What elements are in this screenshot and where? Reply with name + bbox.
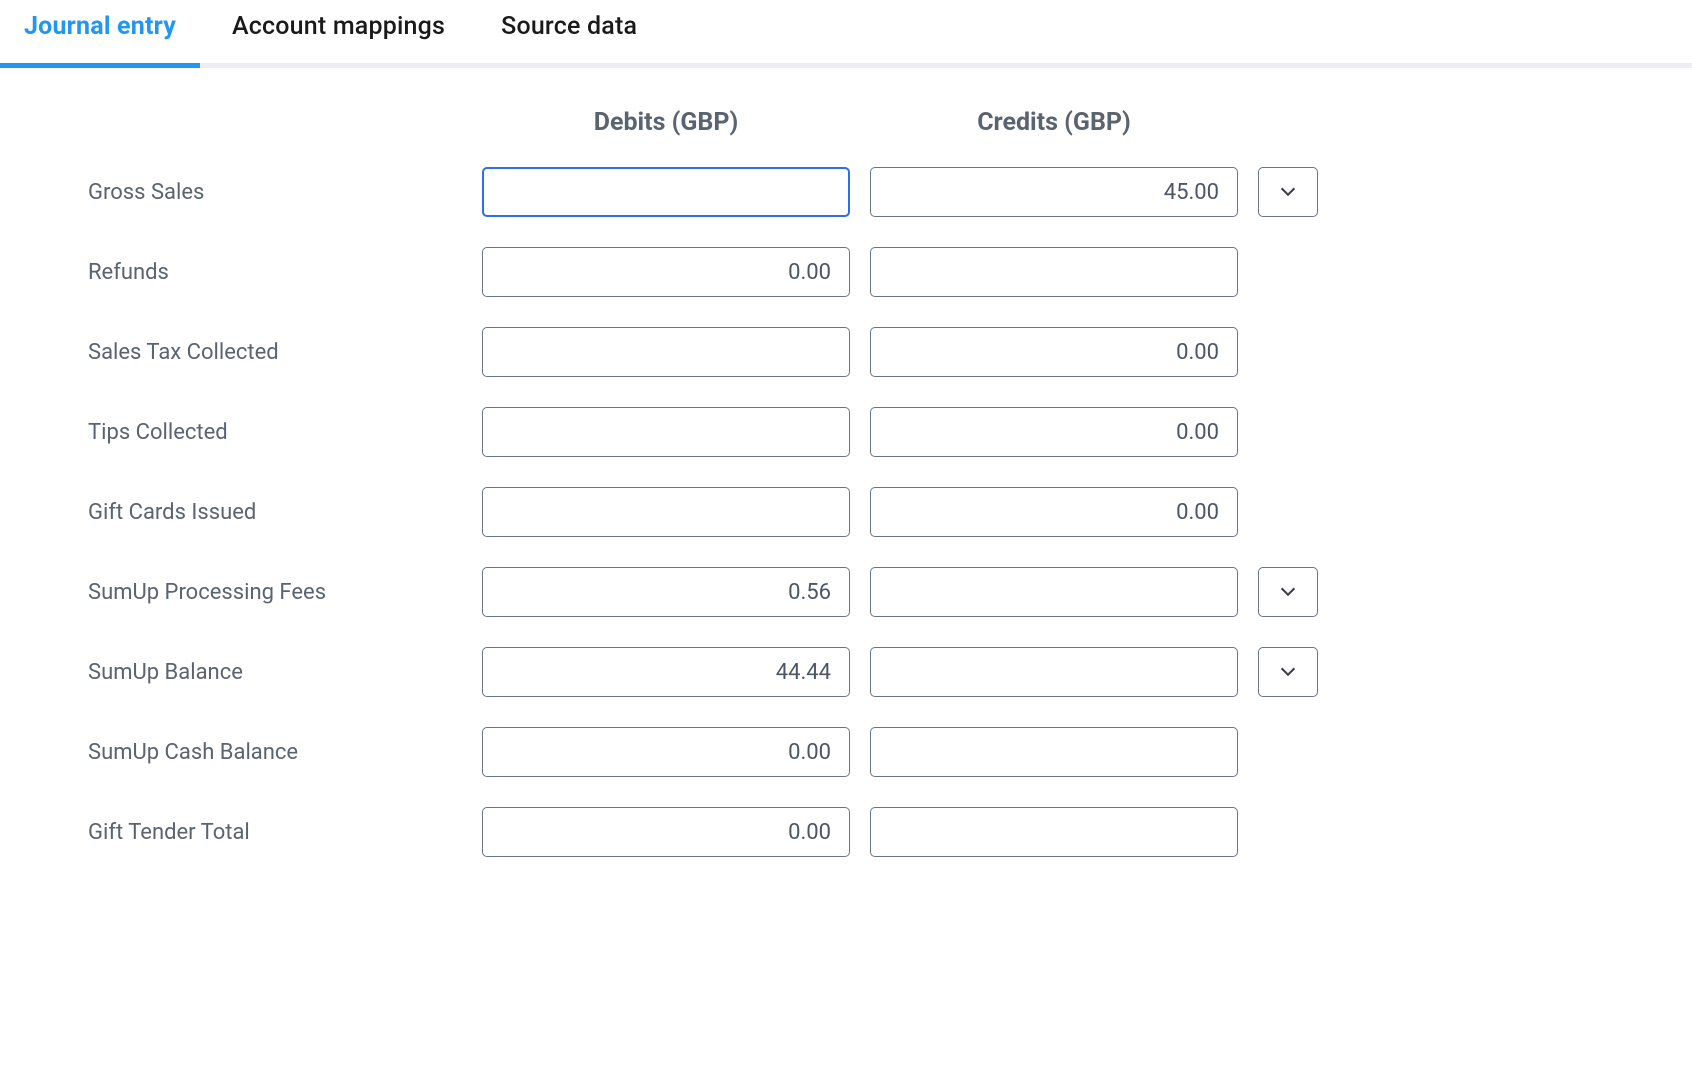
debit-input-sumup-processing-fees[interactable] bbox=[482, 567, 850, 617]
debit-input-gift-tender-total[interactable] bbox=[482, 807, 850, 857]
row-label-sumup-balance: SumUp Balance bbox=[88, 660, 462, 685]
expand-button-sumup-processing-fees[interactable] bbox=[1258, 567, 1318, 617]
credit-input-sumup-balance[interactable] bbox=[870, 647, 1238, 697]
row-label-gross-sales: Gross Sales bbox=[88, 180, 462, 205]
row-label-sumup-cash-balance: SumUp Cash Balance bbox=[88, 740, 462, 765]
journal-entry-panel: Debits (GBP) Credits (GBP) Gross Sales R… bbox=[0, 68, 1692, 897]
expand-placeholder-refunds bbox=[1258, 247, 1318, 297]
debit-input-tips-collected[interactable] bbox=[482, 407, 850, 457]
row-label-tips-collected: Tips Collected bbox=[88, 420, 462, 445]
expand-button-gross-sales[interactable] bbox=[1258, 167, 1318, 217]
row-label-sales-tax-collected: Sales Tax Collected bbox=[88, 340, 462, 365]
journal-grid: Debits (GBP) Credits (GBP) Gross Sales R… bbox=[88, 108, 1652, 857]
credit-input-gross-sales[interactable] bbox=[870, 167, 1238, 217]
debit-input-gift-cards-issued[interactable] bbox=[482, 487, 850, 537]
expand-placeholder-tips-collected bbox=[1258, 407, 1318, 457]
row-label-gift-cards-issued: Gift Cards Issued bbox=[88, 500, 462, 525]
credit-input-sumup-processing-fees[interactable] bbox=[870, 567, 1238, 617]
row-label-refunds: Refunds bbox=[88, 260, 462, 285]
credit-input-refunds[interactable] bbox=[870, 247, 1238, 297]
credit-input-sales-tax-collected[interactable] bbox=[870, 327, 1238, 377]
credit-input-gift-tender-total[interactable] bbox=[870, 807, 1238, 857]
chevron-down-icon bbox=[1277, 580, 1299, 605]
debit-input-refunds[interactable] bbox=[482, 247, 850, 297]
row-label-sumup-processing-fees: SumUp Processing Fees bbox=[88, 580, 462, 605]
chevron-down-icon bbox=[1277, 180, 1299, 205]
header-spacer-actions bbox=[1258, 122, 1322, 123]
tabs: Journal entry Account mappings Source da… bbox=[0, 0, 1692, 68]
tab-source-data[interactable]: Source data bbox=[501, 12, 637, 63]
debit-input-sumup-balance[interactable] bbox=[482, 647, 850, 697]
column-header-credits: Credits (GBP) bbox=[870, 108, 1238, 137]
credit-input-gift-cards-issued[interactable] bbox=[870, 487, 1238, 537]
chevron-down-icon bbox=[1277, 660, 1299, 685]
expand-button-sumup-balance[interactable] bbox=[1258, 647, 1318, 697]
expand-placeholder-sumup-cash-balance bbox=[1258, 727, 1318, 777]
expand-placeholder-gift-tender-total bbox=[1258, 807, 1318, 857]
debit-input-sales-tax-collected[interactable] bbox=[482, 327, 850, 377]
debit-input-gross-sales[interactable] bbox=[482, 167, 850, 217]
column-header-debits: Debits (GBP) bbox=[482, 108, 850, 137]
row-label-gift-tender-total: Gift Tender Total bbox=[88, 820, 462, 845]
expand-placeholder-gift-cards-issued bbox=[1258, 487, 1318, 537]
header-spacer bbox=[88, 122, 462, 123]
tab-journal-entry[interactable]: Journal entry bbox=[24, 12, 176, 63]
credit-input-sumup-cash-balance[interactable] bbox=[870, 727, 1238, 777]
expand-placeholder-sales-tax-collected bbox=[1258, 327, 1318, 377]
credit-input-tips-collected[interactable] bbox=[870, 407, 1238, 457]
debit-input-sumup-cash-balance[interactable] bbox=[482, 727, 850, 777]
tab-account-mappings[interactable]: Account mappings bbox=[232, 12, 445, 63]
